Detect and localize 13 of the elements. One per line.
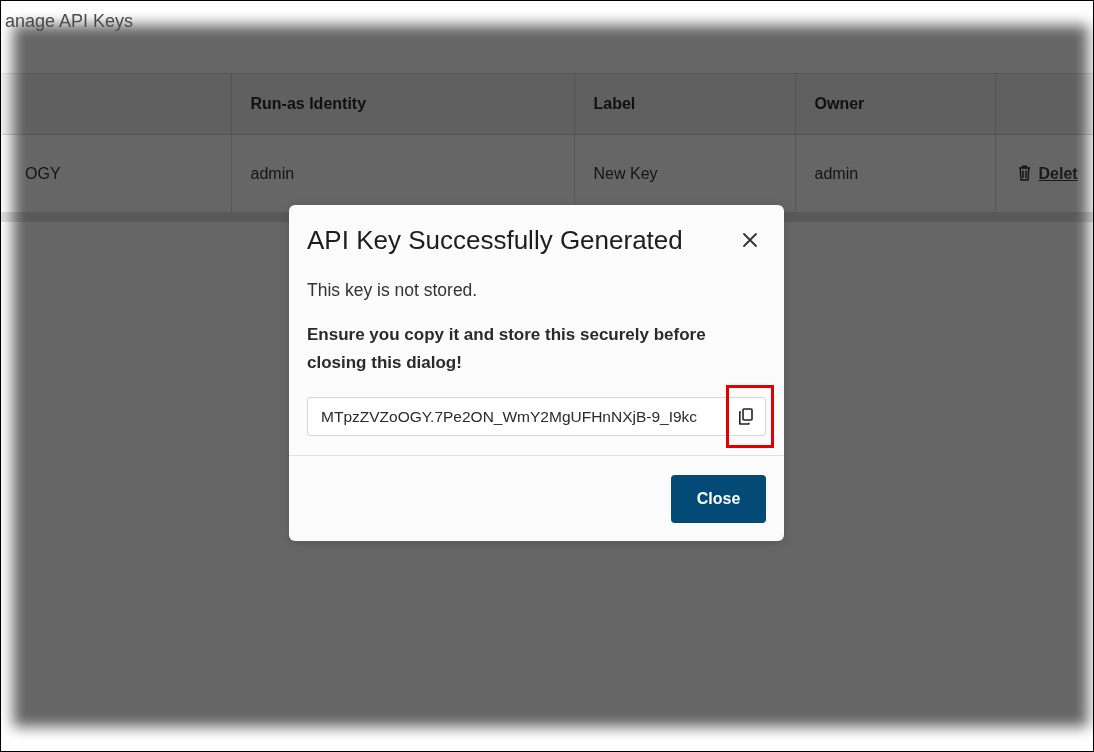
column-header: Label: [574, 73, 795, 135]
close-dialog-button[interactable]: Close: [671, 475, 766, 523]
column-header: Owner: [795, 73, 995, 135]
table-cell: admin: [795, 134, 995, 213]
close-icon: [742, 232, 758, 248]
page-title: anage API Keys: [5, 10, 135, 33]
trash-icon: [1017, 164, 1031, 181]
close-button[interactable]: [742, 232, 758, 248]
dialog-title: API Key Successfully Generated: [307, 224, 683, 257]
warning-text: Ensure you copy it and store this securely before closing this dialog!: [307, 324, 707, 374]
table-cell: OGY: [1, 134, 231, 213]
info-text: This key is not stored.: [307, 279, 479, 302]
column-header: Run-as Identity: [231, 73, 574, 135]
